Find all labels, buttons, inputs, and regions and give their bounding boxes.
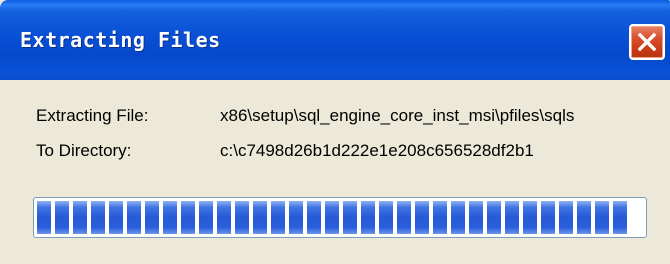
progress-chunk	[235, 201, 249, 234]
progress-chunk	[613, 201, 627, 234]
progress-chunk	[199, 201, 213, 234]
progress-chunk	[37, 201, 51, 234]
progress-chunk	[145, 201, 159, 234]
progress-chunk	[217, 201, 231, 234]
progress-chunk	[595, 201, 609, 234]
progress-chunk	[127, 201, 141, 234]
progress-fill	[37, 201, 627, 234]
progress-chunk	[271, 201, 285, 234]
progress-chunk	[55, 201, 69, 234]
progress-chunk	[577, 201, 591, 234]
progress-chunk	[361, 201, 375, 234]
progress-chunk	[541, 201, 555, 234]
progress-chunk	[181, 201, 195, 234]
progress-chunk	[397, 201, 411, 234]
progress-chunk	[289, 201, 303, 234]
progress-chunk	[379, 201, 393, 234]
progress-chunk	[163, 201, 177, 234]
extracting-file-label: Extracting File:	[36, 106, 149, 125]
to-directory-value: c:\c7498d26b1d222e1e208c656528df2b1	[220, 141, 534, 160]
progress-chunk	[253, 201, 267, 234]
progress-chunk	[307, 201, 321, 234]
close-icon	[637, 32, 657, 52]
progress-chunk	[109, 201, 123, 234]
progress-chunk	[73, 201, 87, 234]
progress-chunk	[451, 201, 465, 234]
title-bar[interactable]: Extracting Files	[0, 0, 670, 80]
window-title: Extracting Files	[20, 28, 221, 52]
progress-chunk	[469, 201, 483, 234]
dialog-body: Extracting File: x86\setup\sql_engine_co…	[0, 80, 670, 264]
progress-chunk	[505, 201, 519, 234]
progress-bar	[33, 197, 647, 238]
progress-chunk	[433, 201, 447, 234]
close-button[interactable]	[629, 24, 665, 60]
extract-dialog: Extracting Files Extracting File: x86\se…	[0, 0, 670, 264]
to-directory-label: To Directory:	[36, 141, 132, 160]
progress-chunk	[415, 201, 429, 234]
progress-chunk	[91, 201, 105, 234]
progress-chunk	[559, 201, 573, 234]
extracting-file-value: x86\setup\sql_engine_core_inst_msi\pfile…	[220, 106, 575, 125]
progress-chunk	[487, 201, 501, 234]
progress-chunk	[523, 201, 537, 234]
progress-chunk	[325, 201, 339, 234]
progress-chunk	[343, 201, 357, 234]
